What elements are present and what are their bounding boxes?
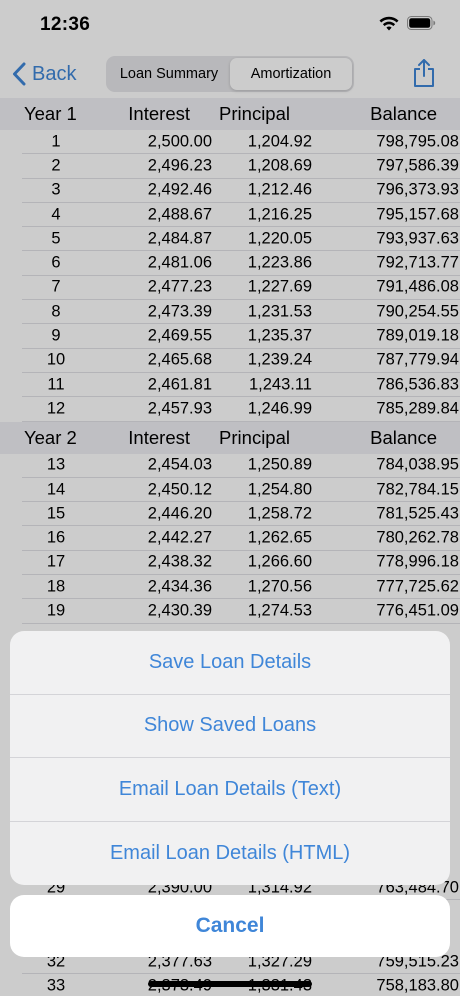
show-saved-loans-button[interactable]: Show Saved Loans [10,695,450,758]
save-loan-details-button[interactable]: Save Loan Details [10,631,450,695]
cancel-button[interactable]: Cancel [10,895,450,957]
action-sheet: Save Loan Details Show Saved Loans Email… [10,631,450,885]
home-indicator [148,981,312,987]
email-html-button[interactable]: Email Loan Details (HTML) [10,822,450,886]
email-text-button[interactable]: Email Loan Details (Text) [10,758,450,822]
